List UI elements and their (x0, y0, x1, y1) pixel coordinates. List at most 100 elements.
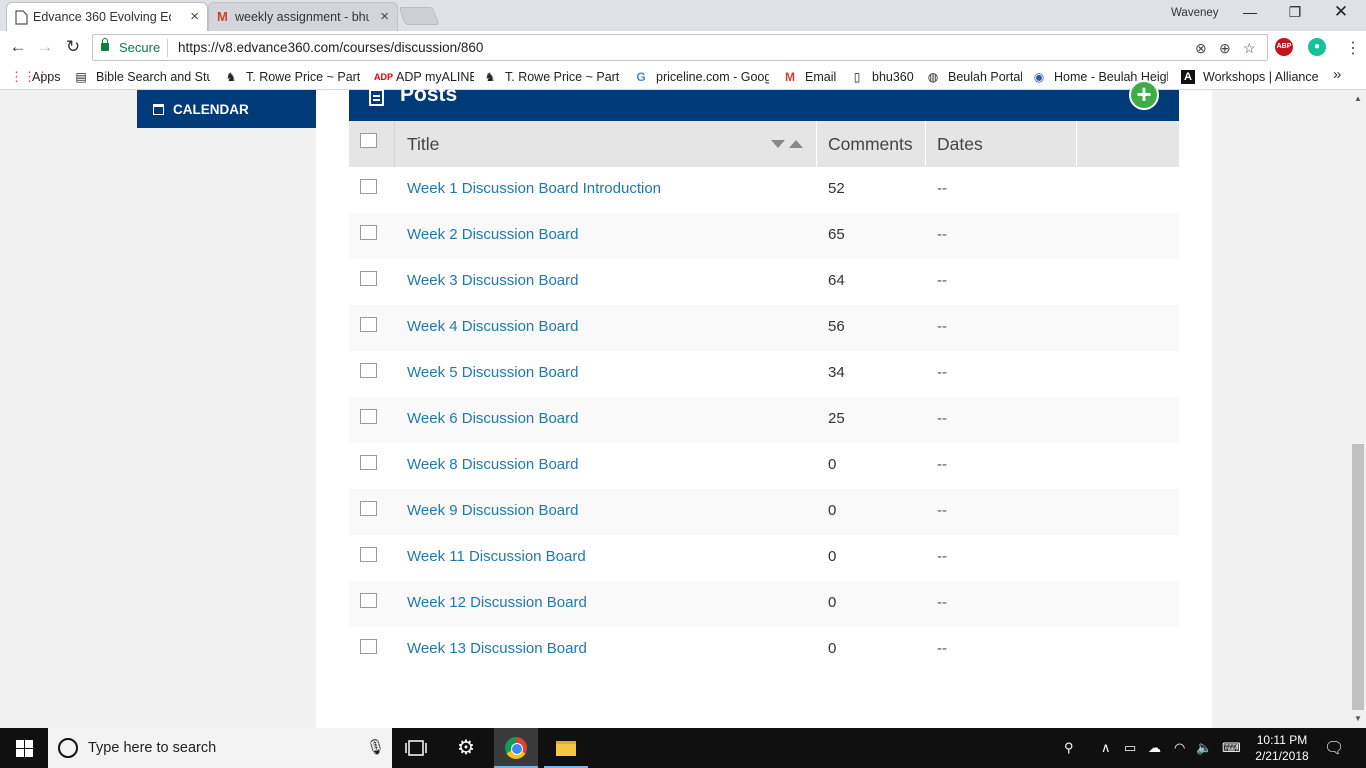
table-row: Week 12 Discussion Board 0 -- (349, 581, 1179, 627)
tab-edvance[interactable]: Edvance 360 Evolving Ed × (6, 2, 208, 31)
row-checkbox[interactable] (360, 317, 377, 332)
post-title-link[interactable]: Week 11 Discussion Board (407, 548, 586, 565)
bookmark-item[interactable]: ♞ T. Rowe Price ~ Partic (224, 68, 360, 86)
close-window-icon[interactable]: ✕ (1331, 2, 1351, 22)
select-all-checkbox[interactable] (360, 133, 377, 148)
table-row: Week 9 Discussion Board 0 -- (349, 489, 1179, 535)
bookmark-item[interactable]: A Workshops | Alliance (1181, 68, 1321, 86)
taskbar-clock[interactable]: 10:11 PM 2/21/2018 (1252, 732, 1312, 764)
bookmark-item[interactable]: ▯ bhu360 (850, 68, 916, 86)
profile-name[interactable]: Waveney (1171, 7, 1219, 19)
bookmark-item[interactable]: Gpriceline.com - Goog (634, 68, 769, 86)
row-checkbox[interactable] (360, 363, 377, 378)
table-row: Week 8 Discussion Board 0 -- (349, 443, 1179, 489)
alliance-icon: A (1181, 70, 1195, 84)
notifications-icon[interactable]: 🗨 (1324, 738, 1344, 758)
bookmark-item[interactable]: ◍ Beulah Portal (926, 68, 1022, 86)
row-checkbox[interactable] (360, 455, 377, 470)
url-text[interactable]: https://v8.edvance360.com/courses/discus… (178, 40, 483, 55)
bookmarks-bar: ⋮⋮⋮ Apps ▤ Bible Search and Stuc ♞ T. Rowe … (0, 64, 1366, 90)
row-checkbox[interactable] (360, 179, 377, 194)
clock-date: 2/21/2018 (1255, 749, 1309, 763)
restore-icon[interactable]: ❐ (1285, 4, 1305, 21)
bookmark-item[interactable]: ▤ Bible Search and Stuc (74, 68, 210, 86)
bookmark-item[interactable]: ♞ T. Rowe Price ~ Partic (483, 68, 620, 86)
post-title-link[interactable]: Week 5 Discussion Board (407, 364, 578, 381)
sidebar-item-calendar[interactable]: CALENDAR (137, 90, 316, 128)
chevron-up-icon[interactable]: ∧ (1101, 740, 1111, 756)
row-checkbox[interactable] (360, 593, 377, 608)
windows-taskbar: Type here to search 🎙 ⚙ ⚲ ∧ ▭ ☁ ◠ 🔈 ⌨ 10… (0, 728, 1366, 768)
tab-gmail[interactable]: M weekly assignment - bhu × (208, 2, 398, 31)
windows-start-icon[interactable] (16, 740, 33, 757)
post-dates: -- (937, 456, 947, 473)
post-title-link[interactable]: Week 4 Discussion Board (407, 318, 578, 335)
row-checkbox[interactable] (360, 547, 377, 562)
onedrive-icon[interactable]: ☁ (1148, 740, 1161, 756)
page-icon: ▯ (853, 70, 861, 84)
scroll-down-icon[interactable]: ▼ (1350, 714, 1366, 723)
add-post-button[interactable]: + (1129, 80, 1159, 110)
keyboard-icon[interactable]: ⌨ (1222, 740, 1241, 756)
row-checkbox[interactable] (360, 639, 377, 654)
post-title-link[interactable]: Week 12 Discussion Board (407, 594, 587, 611)
comment-count: 34 (828, 364, 845, 381)
address-bar[interactable]: Secure https://v8.edvance360.com/courses… (92, 34, 1268, 61)
page-icon (15, 10, 28, 25)
battery-icon[interactable]: ▭ (1124, 740, 1136, 756)
file-explorer-taskbar-button[interactable] (544, 728, 588, 768)
calendar-icon (153, 103, 164, 115)
microphone-icon[interactable]: 🎙 (366, 738, 385, 756)
post-title-link[interactable]: Week 6 Discussion Board (407, 410, 578, 427)
sort-icon[interactable] (771, 140, 805, 150)
bookmark-item[interactable]: ⋮⋮⋮ Apps (10, 68, 70, 86)
scroll-up-icon[interactable]: ▲ (1350, 94, 1366, 103)
comment-count: 0 (828, 594, 837, 611)
scrollbar-thumb[interactable] (1352, 444, 1364, 710)
task-view-icon[interactable] (404, 739, 428, 763)
row-checkbox[interactable] (360, 501, 377, 516)
post-dates: -- (937, 272, 947, 289)
minimize-icon[interactable]: — (1240, 4, 1260, 20)
post-title-link[interactable]: Week 9 Discussion Board (407, 502, 578, 519)
translate-icon[interactable]: ⊗ (1195, 40, 1207, 57)
row-checkbox[interactable] (360, 225, 377, 240)
post-title-link[interactable]: Week 8 Discussion Board (407, 456, 578, 473)
reload-icon[interactable]: ↻ (63, 37, 83, 57)
new-tab-button[interactable] (398, 7, 440, 25)
volume-icon[interactable]: 🔈 (1196, 740, 1212, 756)
post-dates: -- (937, 318, 947, 335)
chrome-taskbar-button[interactable] (494, 728, 538, 768)
taskbar-search-box[interactable]: Type here to search 🎙 (48, 728, 392, 768)
clock-time: 10:11 PM (1256, 733, 1308, 747)
bookmark-label: Workshops | Alliance (1203, 70, 1319, 84)
star-icon[interactable]: ☆ (1243, 40, 1256, 57)
post-title-link[interactable]: Week 13 Discussion Board (407, 640, 587, 657)
grammarly-icon[interactable]: ● (1308, 38, 1326, 56)
close-icon[interactable]: × (380, 8, 389, 25)
column-header-title[interactable]: Title (407, 121, 439, 167)
wifi-icon[interactable]: ◠ (1174, 740, 1185, 756)
forward-icon[interactable]: → (35, 37, 55, 57)
people-icon[interactable]: ⚲ (1064, 740, 1074, 756)
adblock-icon[interactable]: ABP (1275, 38, 1293, 56)
bookmark-item[interactable]: M Email (783, 68, 839, 86)
column-header-dates[interactable]: Dates (937, 121, 983, 167)
back-icon[interactable]: ← (8, 37, 28, 57)
zoom-icon[interactable]: ⊕ (1219, 40, 1231, 57)
gmail-icon: M (785, 70, 795, 84)
gmail-icon: M (217, 9, 228, 24)
post-title-link[interactable]: Week 2 Discussion Board (407, 226, 578, 243)
row-checkbox[interactable] (360, 271, 377, 286)
table-row: Week 1 Discussion Board Introduction 52 -- (349, 167, 1179, 213)
menu-icon[interactable]: ⋮ (1345, 38, 1361, 58)
post-title-link[interactable]: Week 1 Discussion Board Introduction (407, 180, 661, 197)
column-header-comments[interactable]: Comments (828, 121, 913, 167)
row-checkbox[interactable] (360, 409, 377, 424)
portal-icon: ◍ (927, 70, 939, 84)
settings-gear-icon[interactable]: ⚙ (454, 735, 478, 759)
more-bookmarks-icon[interactable]: » (1333, 66, 1341, 83)
post-title-link[interactable]: Week 3 Discussion Board (407, 272, 578, 289)
table-row: Week 11 Discussion Board 0 -- (349, 535, 1179, 581)
close-icon[interactable]: × (190, 8, 199, 25)
